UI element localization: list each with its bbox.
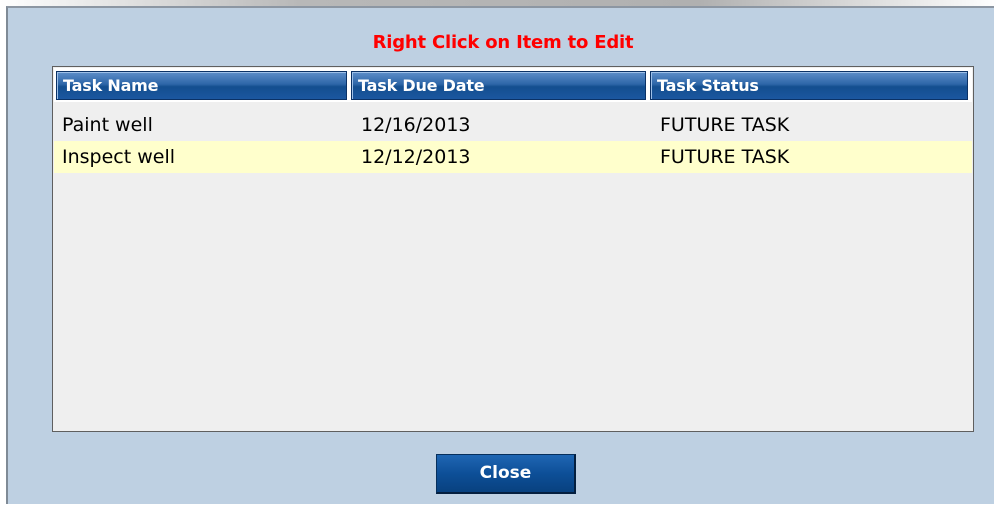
task-list-dialog: Right Click on Item to Edit Task Name Ta…: [6, 6, 994, 504]
window-right-edge: [994, 6, 998, 508]
task-table: Task Name Task Due Date Task Status Pain…: [52, 66, 974, 432]
dialog-title: Right Click on Item to Edit: [372, 32, 634, 53]
task-due-date-cell: 12/16/2013: [361, 114, 471, 136]
table-row-selected[interactable]: Inspect well 12/12/2013 FUTURE TASK: [54, 141, 972, 173]
close-button[interactable]: Close: [436, 454, 576, 494]
column-header-task-status[interactable]: Task Status: [650, 71, 968, 100]
table-row[interactable]: Paint well 12/16/2013 FUTURE TASK: [54, 109, 972, 141]
column-header-task-due-date[interactable]: Task Due Date: [351, 71, 646, 100]
task-name-cell: Paint well: [62, 114, 153, 136]
task-due-date-cell: 12/12/2013: [361, 146, 471, 168]
task-status-cell: FUTURE TASK: [660, 146, 790, 168]
task-name-cell: Inspect well: [62, 146, 176, 168]
task-status-cell: FUTURE TASK: [660, 114, 790, 136]
column-header-task-name[interactable]: Task Name: [56, 71, 347, 100]
table-header-row: Task Name Task Due Date Task Status: [54, 68, 972, 102]
